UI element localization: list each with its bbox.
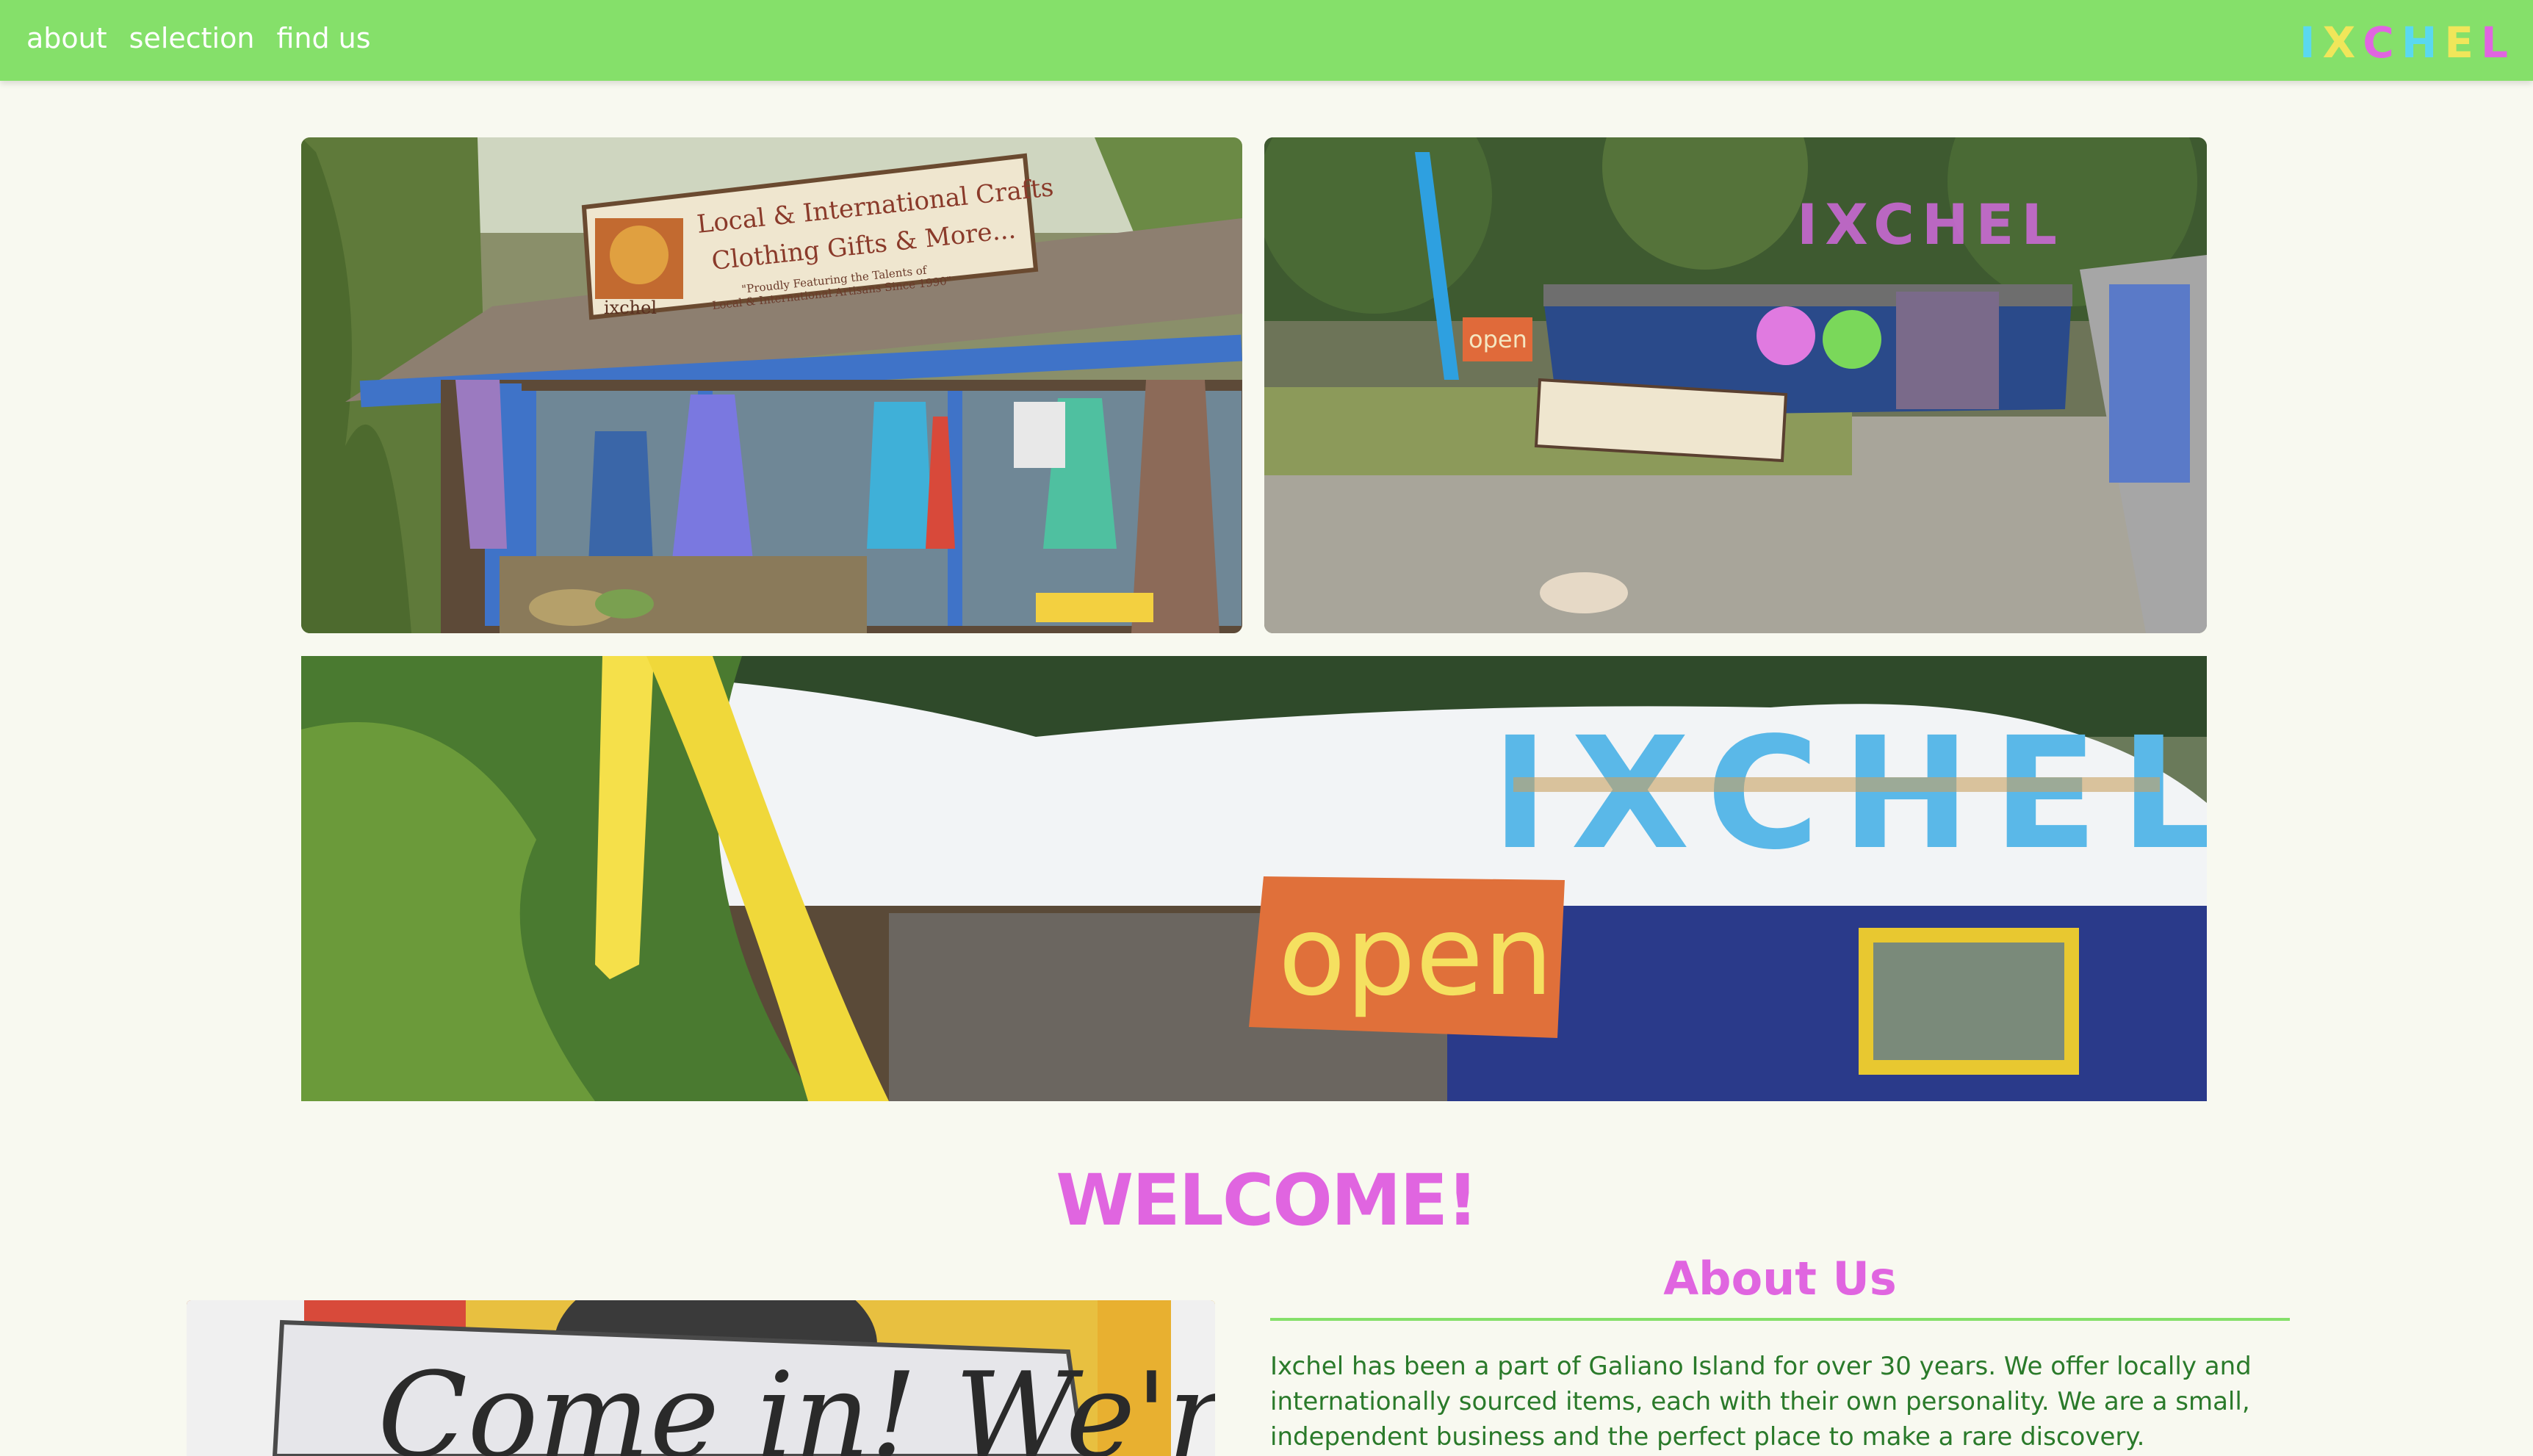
logo-letter-l: L xyxy=(2481,18,2511,68)
about-us-text: Ixchel has been a part of Galiano Island… xyxy=(1270,1352,2252,1452)
come-in-sign-photo: Come in! We're xyxy=(187,1300,1215,1456)
logo-letter-h: H xyxy=(2401,18,2440,68)
logo-letter-x: X xyxy=(2322,18,2359,68)
yard-photo: open IXCHEL xyxy=(1264,137,2207,633)
top-navbar: about selection find us I X C H E L xyxy=(0,0,2533,81)
logo-letter-c: C xyxy=(2363,18,2397,68)
snow-open-sign: open xyxy=(1278,893,1553,1020)
logo-letter-e: E xyxy=(2444,18,2477,68)
snow-letters: IXCHEL xyxy=(1491,704,2207,884)
welcome-heading: WELCOME! xyxy=(1056,1159,1479,1241)
storefront-photo: Local & International Crafts Clothing Gi… xyxy=(301,137,1242,633)
about-divider xyxy=(1270,1318,2290,1321)
logo-letter-i: I xyxy=(2299,18,2318,68)
come-in-text: Come in! We're xyxy=(378,1347,1215,1456)
snowy-storefront-photo: open IXCHEL xyxy=(301,656,2207,1101)
nav-links: about selection find us xyxy=(26,22,371,54)
yard-open-sign: open xyxy=(1469,325,1527,353)
ixchel-logo[interactable]: I X C H E L xyxy=(2299,18,2511,68)
about-us-title: About Us xyxy=(1663,1252,1897,1305)
yard-letters: IXCHEL xyxy=(1797,192,2064,257)
nav-link-selection[interactable]: selection xyxy=(129,22,255,54)
nav-link-find-us[interactable]: find us xyxy=(276,22,370,54)
nav-link-about[interactable]: about xyxy=(26,22,107,54)
sign-brand: ixchel xyxy=(604,298,657,318)
